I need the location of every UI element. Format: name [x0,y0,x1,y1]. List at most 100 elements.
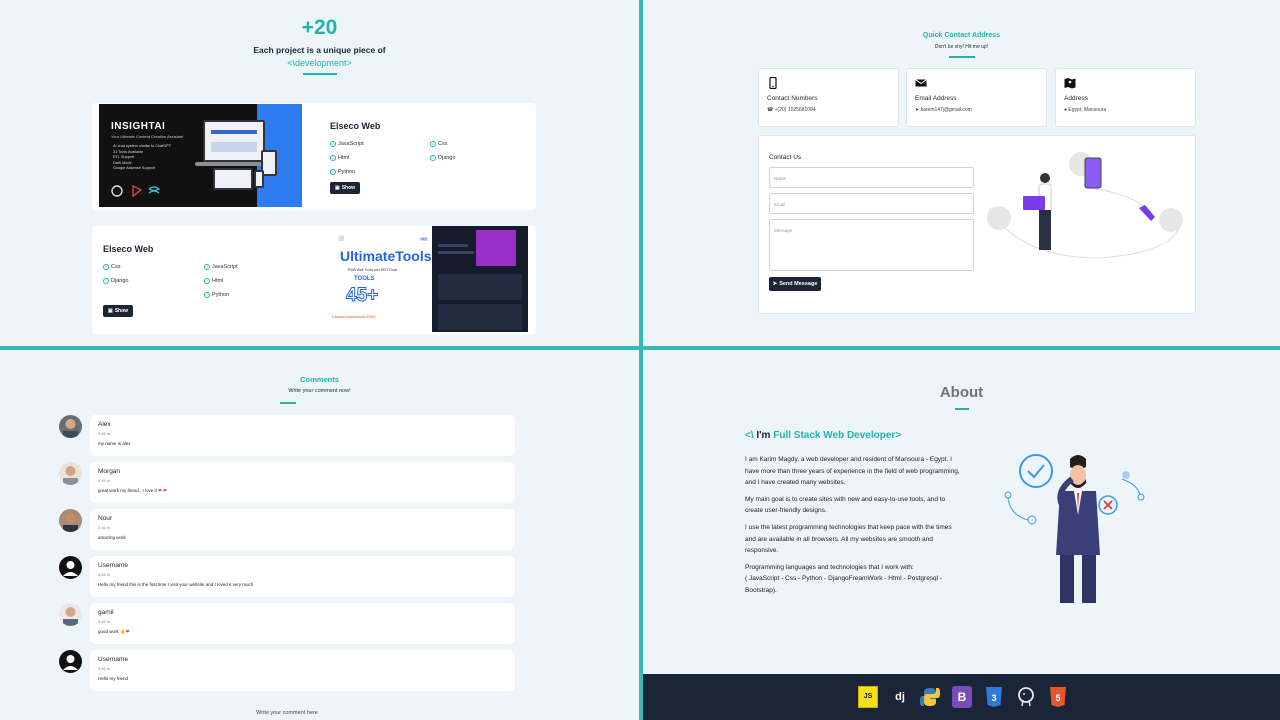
tech-label: JavaScript [338,141,364,147]
contact-info-label: Email Address [915,95,957,102]
comments-divider [280,402,296,404]
contact-email-address: karem147j@gmail.com [920,107,972,113]
thumb-title: UltimateTools [340,248,432,264]
project-title: Elseco Web [103,244,154,254]
check-icon: ✓ [330,169,336,175]
postgresql-icon [1018,687,1034,707]
about-paragraph: I use the latest programming technologie… [745,523,952,555]
tech-label: Python [338,169,356,175]
comment-item: Username 3:45 m Hello my friend [59,650,515,691]
comment-text-body: good work [98,629,119,634]
contact-info-value: ➤ karem147j@gmail.com [915,107,972,113]
thumb-feature: AI chat system similar to ChatGPT [113,144,172,148]
image-icon: ▣ [107,308,113,314]
check-icon: ✓ [204,292,210,298]
tech-item: ✓ JavaScript [330,141,364,147]
show-project-button[interactable]: ▣ Show [103,305,133,317]
contact-info-value: ☎ +(20) 1025681084 [767,107,816,113]
tech-item: ✓ Python [204,292,229,298]
comment-text: good work ✌❤ [98,629,129,635]
project-thumbnail[interactable]: ▦ ‹‹‹‹‹ UltimateTools PWA Web Tools and … [330,226,528,332]
comment-item: gamil 3:45 m good work ✌❤ [59,603,515,644]
svg-text:3: 3 [991,693,996,703]
about-section: About <\ I'm Full Stack Web Developer> I… [643,350,1280,720]
comment-bubble: gamil 3:45 m good work ✌❤ [90,603,515,644]
avatar [59,462,82,485]
comment-time: 3:45 m [98,478,111,483]
tech-label: Python [212,292,230,298]
project-thumbnail[interactable]: INSIGHTAI Your Ultimate Content Creation… [99,104,302,207]
headline-role: Full Stack Web Developer [773,430,896,441]
comment-author: gamil [98,609,114,616]
thumb-feature-list: AI chat system similar to ChatGPT 31 Too… [113,144,171,172]
comments-subtitle: Write your comment now! [288,388,351,394]
tech-item: ✓ Html [204,278,223,284]
tech-label: Django [438,155,456,161]
django-icon: dj [895,691,905,703]
contact-info-label: Address [1064,95,1088,102]
show-label: Show [341,185,356,191]
show-label: Show [114,308,129,314]
avatar [59,415,82,438]
css3-icon: 3 [986,687,1002,707]
thumb-tools-label: TOOLS [354,276,375,282]
comment-item: Alex 3:45 m my name is alex [59,415,515,456]
laptop-mockup [203,120,265,162]
tech-label: Django [111,278,129,284]
screenshot-grid: +20 Each project is a unique piece of <\… [0,0,1280,720]
headline-suffix: > [895,430,902,441]
tech-label: Html [338,155,350,161]
thumb-subtitle: PWA Web Tools and SEO Tools [348,268,398,272]
projects-divider [303,73,337,75]
contact-subtitle: Don't be shy! Hit me up! [934,44,989,50]
name-field[interactable]: Name [769,167,974,188]
tech-item: ✓ Css [103,264,120,270]
about-divider [955,408,969,410]
html5-icon: 5 [1050,687,1066,707]
default-user-icon [59,650,82,673]
comments-section: Comments Write your comment now! Alex 3:… [0,350,639,720]
contact-form-title: Contact Us [769,154,802,161]
monitor-mockup [213,168,253,190]
paper-plane-icon: ➤ [772,281,778,287]
tech-item: ✓ Css [430,141,447,147]
contact-info-value: ● Egypt, Mansoura [1064,107,1106,113]
comment-time: 3:45 m [98,525,111,530]
email-field[interactable]: Email [769,193,974,214]
comment-item: Username 3:45 m Hello my friend this is … [59,556,515,597]
comment-time: 3:45 m [98,572,111,577]
contact-address: Egypt, Mansoura [1068,107,1107,113]
project-title: Elseco Web [330,121,381,131]
check-icon: ✓ [103,278,109,284]
default-user-icon [59,556,82,579]
projects-highlight: <\development> [287,58,352,68]
contact-form: Contact Us Name Email Message ➤ Send Mess… [758,135,1196,314]
thumb-brands: Laravel tailwindcss PWA [332,314,376,319]
tech-item: ✓ Html [330,155,349,161]
about-headline: <\ I'm Full Stack Web Developer> [745,430,901,441]
tech-label: Html [212,278,224,284]
tech-label: Css [438,141,448,147]
svg-text:5: 5 [1055,693,1060,703]
show-project-button[interactable]: ▣ Show [330,182,360,194]
bootstrap-icon: B [952,686,972,708]
send-message-button[interactable]: ➤ Send Message [769,277,821,291]
tech-item: ✓ Django [103,278,128,284]
check-icon: ✓ [204,264,210,270]
check-icon: ✓ [103,264,109,270]
write-comment-label[interactable]: Write your comment here [0,710,574,716]
contact-phone-number: +(20) 1025681084 [774,107,816,113]
check-icon: ✓ [430,155,436,161]
chevrons-icon: ‹‹‹‹‹ [420,236,428,243]
tech-label: JavaScript [212,264,238,270]
comment-bubble: Alex 3:45 m my name is alex [90,415,515,456]
contact-title: Quick Contact Address [922,32,1001,39]
check-icon: ✓ [330,155,336,161]
about-paragraph: I am Karim Magdy, a web developer and re… [745,456,960,487]
comment-bubble: Username 3:45 m Hello my friend [90,650,515,691]
about-paragraph: My main goal is to create sites with new… [745,495,946,515]
envelope-icon [915,79,927,87]
contact-info-address: Address ● Egypt, Mansoura [1055,68,1196,127]
comment-text: great work my friend.. I love it ❤ ❤ [98,488,167,494]
message-field[interactable]: Message [769,219,974,271]
